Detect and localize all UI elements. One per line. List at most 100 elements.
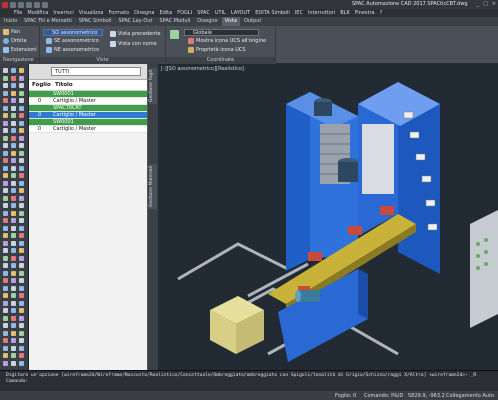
toolbar-tool-icon[interactable]: [19, 218, 24, 223]
toolbar-tool-icon[interactable]: [19, 195, 24, 201]
toolbar-tool-icon[interactable]: [19, 210, 24, 216]
toolbar-tool-icon[interactable]: [3, 143, 8, 148]
toolbar-tool-icon[interactable]: [19, 143, 24, 148]
toolbar-tool-icon[interactable]: [19, 98, 24, 103]
toolbar-tool-icon[interactable]: [19, 263, 24, 268]
toolbar-tool-icon[interactable]: [19, 68, 24, 73]
toolbar-tool-icon[interactable]: [11, 278, 16, 283]
table-row[interactable]: 0 Cartiglio / Master: [29, 98, 147, 105]
minimize-button[interactable]: _: [477, 1, 480, 7]
tab-disegno[interactable]: Disegno: [194, 17, 220, 26]
toolbar-tool-icon[interactable]: [19, 293, 24, 298]
menu-inserisci[interactable]: Inserisci: [53, 10, 74, 16]
toolbar-tool-icon[interactable]: [11, 120, 16, 126]
toolbar-tool-icon[interactable]: [3, 165, 8, 171]
toolbar-tool-icon[interactable]: [11, 128, 16, 133]
menu-iec[interactable]: IEC: [295, 10, 303, 16]
toolbar-tool-icon[interactable]: [11, 218, 16, 223]
toolbar-tool-icon[interactable]: [3, 293, 8, 298]
toolbar-tool-icon[interactable]: [11, 188, 16, 193]
toolbar-tool-icon[interactable]: [3, 203, 8, 208]
toolbar-tool-icon[interactable]: [3, 345, 8, 351]
toolbar-tool-icon[interactable]: [19, 90, 24, 96]
toolbar-tool-icon[interactable]: [19, 173, 24, 178]
toolbar-tool-icon[interactable]: [11, 75, 16, 81]
drawing-viewport[interactable]: [-][SO assonometrico][Realistico]: [158, 64, 498, 370]
ucs-tool-button[interactable]: [170, 30, 179, 39]
toolbar-tool-icon[interactable]: [3, 270, 8, 276]
toolbar-tool-icon[interactable]: [11, 158, 16, 163]
toolbar-tool-icon[interactable]: [11, 315, 16, 321]
toolbar-tool-icon[interactable]: [3, 90, 8, 96]
toolbar-tool-icon[interactable]: [19, 308, 24, 313]
toolbar-tool-icon[interactable]: [11, 255, 16, 261]
toolbar-tool-icon[interactable]: [3, 248, 8, 253]
tab-spac-moduli[interactable]: SPAC Moduli: [157, 17, 194, 26]
previous-view-button[interactable]: Vista precedente: [110, 31, 160, 37]
toolbar-tool-icon[interactable]: [3, 263, 8, 268]
table-row[interactable]: SW0001: [29, 119, 147, 126]
toolbar-tool-icon[interactable]: [3, 360, 8, 366]
show-ucs-icon-button[interactable]: Mostra icona UCS all'origine: [188, 38, 266, 44]
toolbar-tool-icon[interactable]: [3, 240, 8, 246]
table-row[interactable]: SPACT0CRT: [29, 105, 147, 112]
toolbar-tool-icon[interactable]: [11, 195, 16, 201]
pan-button[interactable]: Pan: [3, 29, 20, 35]
toolbar-tool-icon[interactable]: [19, 188, 24, 193]
toolbar-tool-icon[interactable]: [11, 270, 16, 276]
toolbar-tool-icon[interactable]: [19, 83, 24, 88]
toolbar-tool-icon[interactable]: [19, 180, 24, 186]
toolbar-tool-icon[interactable]: [19, 225, 24, 231]
toolbar-tool-icon[interactable]: [11, 233, 16, 238]
close-button[interactable]: ×: [492, 1, 496, 7]
open-icon[interactable]: [18, 1, 24, 8]
toolbar-tool-icon[interactable]: [11, 150, 16, 156]
menu-edita[interactable]: Edita: [159, 10, 172, 16]
toolbar-tool-icon[interactable]: [3, 225, 8, 231]
orbit-button[interactable]: Orbita: [3, 38, 27, 44]
toolbar-tool-icon[interactable]: [3, 188, 8, 193]
toolbar-tool-icon[interactable]: [11, 83, 16, 88]
viewport-label[interactable]: [-][SO assonometrico][Realistico]: [161, 66, 244, 72]
menu-finestra[interactable]: Finestra: [355, 10, 375, 16]
toolbar-tool-icon[interactable]: [19, 353, 24, 358]
toolbar-tool-icon[interactable]: [11, 360, 16, 366]
toolbar-tool-icon[interactable]: [19, 270, 24, 276]
table-row[interactable]: SW0001: [29, 91, 147, 98]
toolbar-tool-icon[interactable]: [11, 330, 16, 336]
tab-inizio[interactable]: Inizio: [1, 17, 20, 26]
toolbar-tool-icon[interactable]: [3, 135, 8, 141]
menu-formato[interactable]: Formato: [108, 10, 129, 16]
toolbar-tool-icon[interactable]: [3, 120, 8, 126]
toolbar-tool-icon[interactable]: [19, 105, 24, 111]
toolbar-tool-icon[interactable]: [19, 315, 24, 321]
menu-blk[interactable]: BLK: [340, 10, 350, 16]
menu-file[interactable]: File: [14, 10, 22, 16]
toolbar-tool-icon[interactable]: [11, 105, 16, 111]
toolbar-tool-icon[interactable]: [3, 113, 8, 118]
toolbar-tool-icon[interactable]: [19, 360, 24, 366]
toolbar-tool-icon[interactable]: [3, 353, 8, 358]
toolbar-tool-icon[interactable]: [3, 308, 8, 313]
menu-modifica[interactable]: Modifica: [27, 10, 48, 16]
command-prompt[interactable]: Comando:: [6, 379, 492, 385]
toolbar-tool-icon[interactable]: [11, 285, 16, 291]
toolbar-tool-icon[interactable]: [3, 180, 8, 186]
toolbar-tool-icon[interactable]: [3, 105, 8, 111]
toolbar-tool-icon[interactable]: [19, 285, 24, 291]
tab-output[interactable]: Output: [241, 17, 264, 26]
menu-disegna[interactable]: Disegna: [134, 10, 154, 16]
toolbar-tool-icon[interactable]: [3, 195, 8, 201]
undo-icon[interactable]: [34, 1, 40, 8]
toolbar-tool-icon[interactable]: [3, 150, 8, 156]
toolbar-tool-icon[interactable]: [3, 255, 8, 261]
tab-spac-layout[interactable]: SPAC Lay-Out: [115, 17, 155, 26]
toolbar-tool-icon[interactable]: [19, 120, 24, 126]
toolbar-tool-icon[interactable]: [11, 165, 16, 171]
toolbar-tool-icon[interactable]: [3, 210, 8, 216]
sheet-filter-select[interactable]: TUTTI: [51, 67, 141, 76]
toolbar-tool-icon[interactable]: [19, 278, 24, 283]
toolbar-tool-icon[interactable]: [11, 345, 16, 351]
toolbar-tool-icon[interactable]: [19, 113, 24, 118]
status-connection[interactable]: Collegamento Auto: [446, 393, 494, 399]
